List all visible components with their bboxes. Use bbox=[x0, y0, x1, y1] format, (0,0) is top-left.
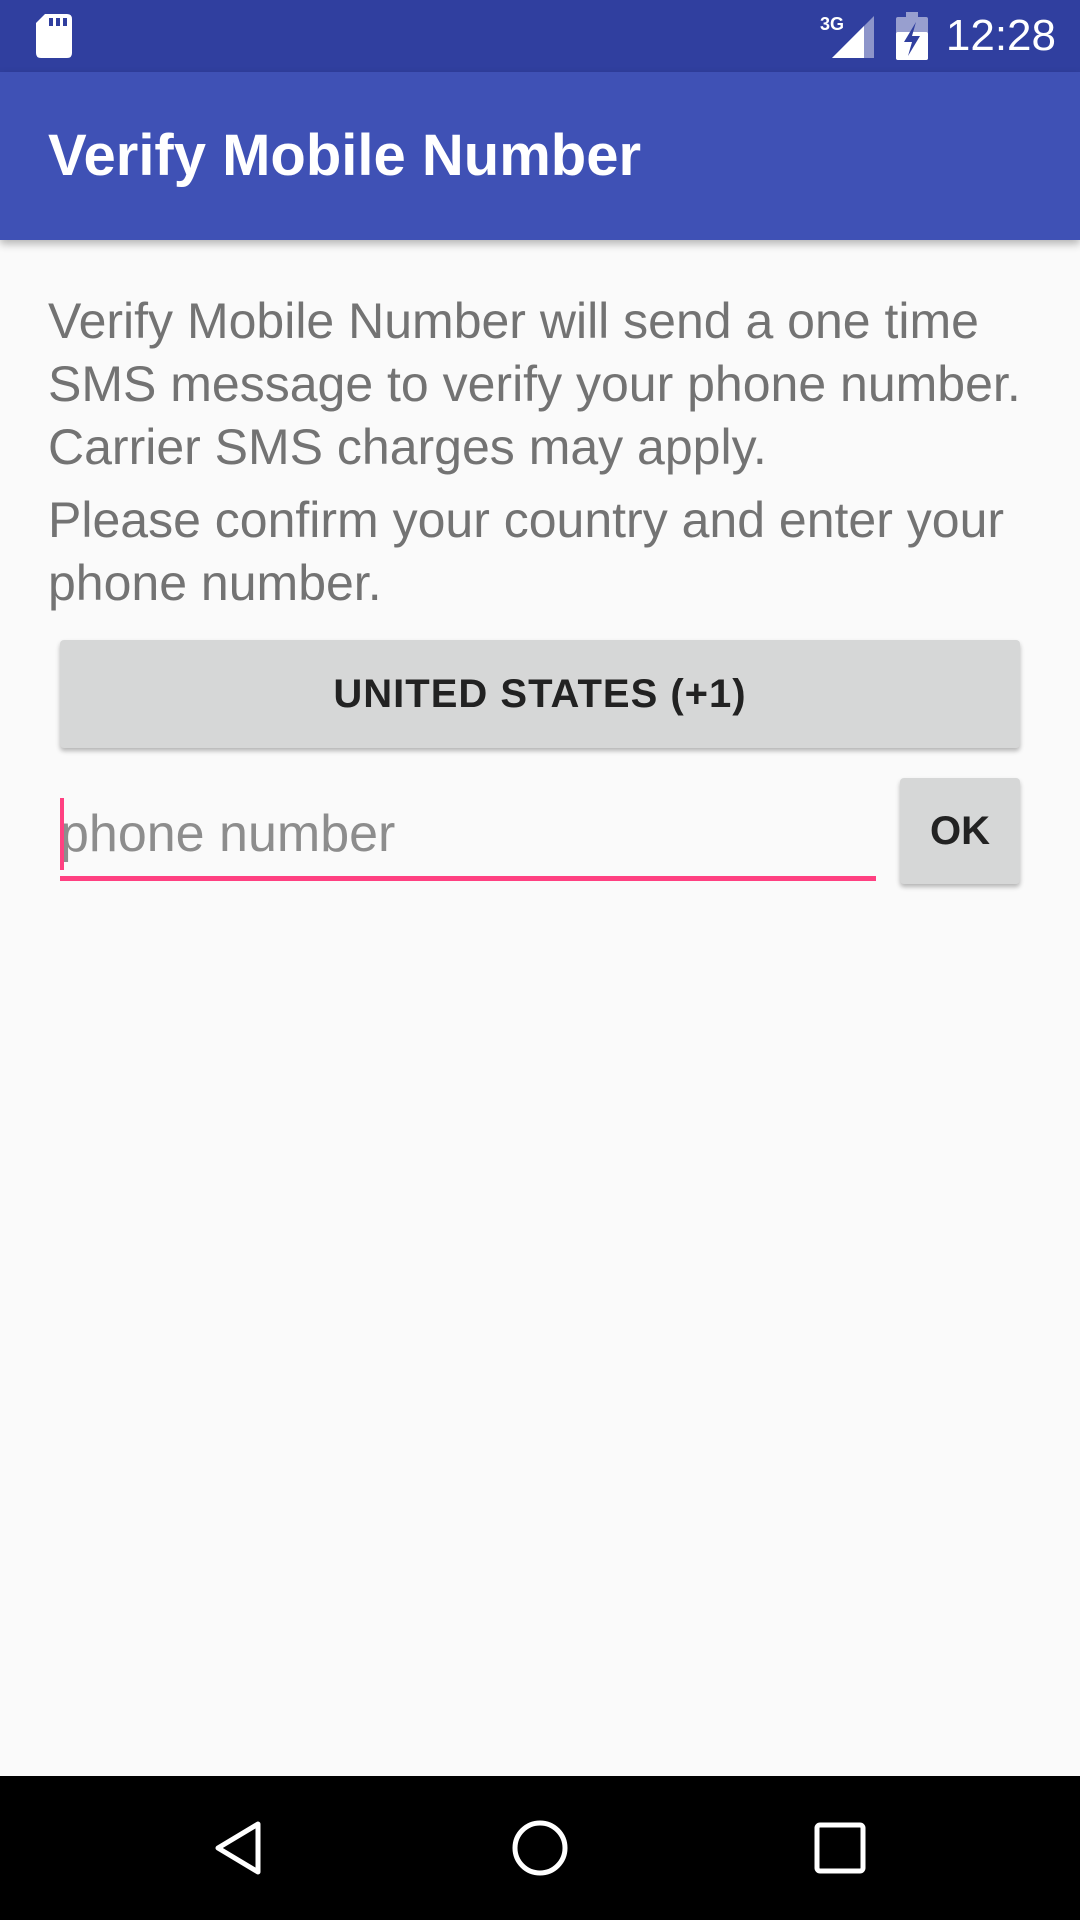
app-bar: Verify Mobile Number bbox=[0, 72, 1080, 240]
status-clock: 12:28 bbox=[945, 11, 1056, 60]
sms-description-text: Verify Mobile Number will send a one tim… bbox=[48, 293, 1021, 475]
instructions-text: Please confirm your country and enter yo… bbox=[48, 492, 1005, 611]
page-title: Verify Mobile Number bbox=[48, 123, 642, 188]
navigation-bar bbox=[0, 1776, 1080, 1920]
ok-button[interactable]: OK bbox=[900, 778, 1020, 884]
phone-number-field bbox=[60, 792, 876, 882]
country-select-button[interactable]: UNITED STATES (+1) bbox=[60, 640, 1020, 748]
sd-card-icon bbox=[36, 14, 72, 58]
phone-number-input[interactable] bbox=[60, 792, 876, 876]
main-content: Verify Mobile Number will send a one tim… bbox=[48, 290, 1032, 615]
recents-icon[interactable] bbox=[808, 1816, 872, 1880]
input-underline bbox=[60, 876, 876, 881]
back-icon[interactable] bbox=[208, 1816, 272, 1880]
signal-icon: 3G bbox=[820, 14, 874, 58]
battery-charging-icon bbox=[896, 12, 928, 60]
text-cursor bbox=[60, 798, 64, 870]
network-type-label: 3G bbox=[820, 14, 844, 34]
status-bar: 3G 12:28 bbox=[0, 0, 1080, 72]
home-icon[interactable] bbox=[508, 1816, 572, 1880]
